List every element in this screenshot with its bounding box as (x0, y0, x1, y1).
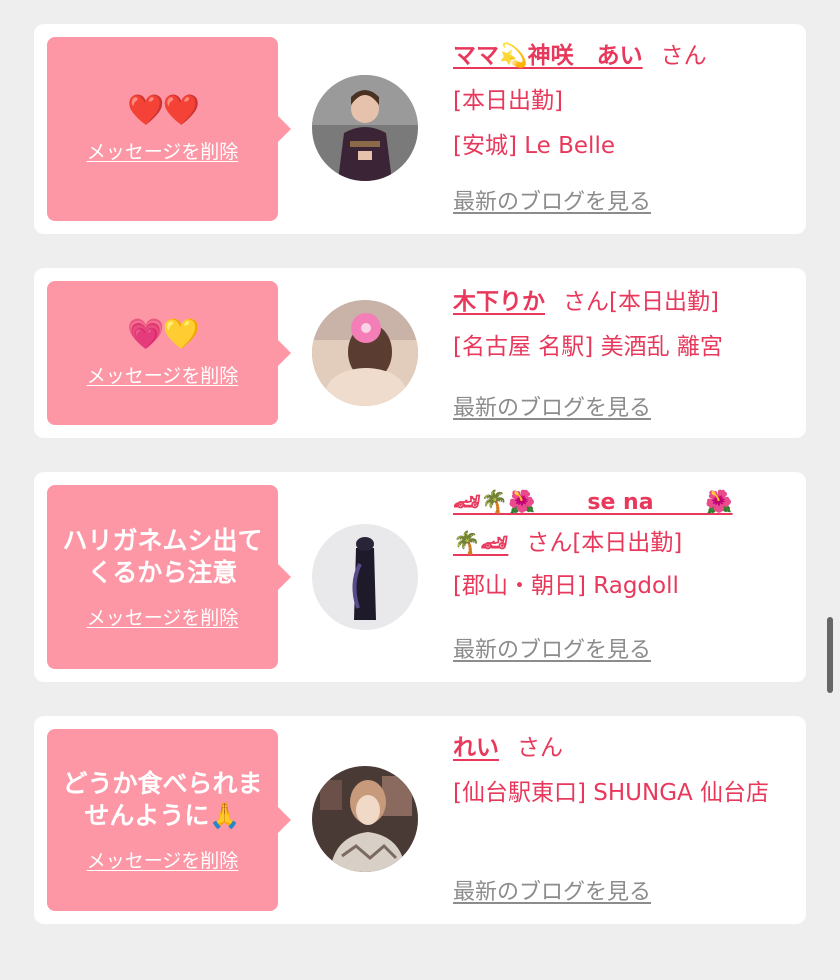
honorific: さん (563, 289, 609, 315)
message-card: ❤️❤️ メッセージを削除 ママ💫神咲 あい さん [本日出勤] [安城] Le … (34, 24, 806, 234)
cast-info: 🏎🌴🌺 se na 🌺 🌴🏎 さん[本日出勤] [郡山・朝日] Ragdoll (453, 482, 786, 608)
avatar-photo (312, 75, 418, 181)
work-status: [本日出勤] (609, 289, 719, 315)
latest-blog-link[interactable]: 最新のブログを見る (453, 632, 651, 664)
message-text: 💗💛 (127, 316, 200, 352)
avatar-photo (312, 766, 418, 872)
honorific: さん (660, 43, 707, 69)
message-text: ハリガネムシ出てくるから注意 (62, 525, 263, 587)
avatar-photo (312, 524, 418, 630)
cast-name-link[interactable]: 木下りか (453, 289, 545, 315)
latest-blog-link[interactable]: 最新のブログを見る (453, 184, 651, 216)
message-text: ❤️❤️ (127, 92, 200, 128)
message-card: 💗💛 メッセージを削除 木下りか さん[本日出勤] [名古屋 名駅] 美酒乱 離宮… (34, 268, 806, 438)
honorific: さん (517, 735, 563, 761)
shop-name: [仙台駅東口] SHUNGA 仙台店 (453, 780, 770, 806)
avatar[interactable] (312, 524, 418, 630)
message-bubble: ❤️❤️ メッセージを削除 (47, 37, 291, 221)
cast-info: ママ💫神咲 あい さん [本日出勤] [安城] Le Belle (453, 34, 786, 169)
avatar-photo (312, 300, 418, 406)
message-text: どうか食べられませんように🙏 (62, 768, 263, 830)
cast-info: れい さん [仙台駅東口] SHUNGA 仙台店 (453, 726, 786, 816)
latest-blog-link[interactable]: 最新のブログを見る (453, 874, 651, 906)
work-status: [本日出勤] (453, 88, 563, 114)
shop-name: [安城] Le Belle (453, 133, 615, 159)
message-bubble: 💗💛 メッセージを削除 (47, 281, 291, 425)
cast-name-link[interactable]: れい (453, 735, 499, 761)
message-bubble: ハリガネムシ出てくるから注意 メッセージを削除 (47, 485, 291, 669)
cast-name-link[interactable]: ママ💫神咲 あい (453, 43, 643, 69)
message-list: ❤️❤️ メッセージを削除 ママ💫神咲 あい さん [本日出勤] [安城] Le … (34, 24, 806, 958)
cast-name-link-cont[interactable]: 🌴🏎 (453, 531, 508, 556)
avatar[interactable] (312, 766, 418, 872)
avatar[interactable] (312, 75, 418, 181)
shop-name: [名古屋 名駅] 美酒乱 離宮 (453, 334, 723, 360)
delete-message-link[interactable]: メッセージを削除 (87, 137, 239, 164)
cast-info: 木下りか さん[本日出勤] [名古屋 名駅] 美酒乱 離宮 (453, 280, 786, 370)
honorific: さん (526, 530, 573, 556)
avatar[interactable] (312, 300, 418, 406)
message-card: どうか食べられませんように🙏 メッセージを削除 れい さん [仙台駅東口] SHU… (34, 716, 806, 924)
delete-message-link[interactable]: メッセージを削除 (87, 603, 239, 630)
shop-name: [郡山・朝日] Ragdoll (453, 573, 679, 599)
work-status: [本日出勤] (572, 530, 683, 556)
cast-name-link[interactable]: 🏎🌴🌺 se na 🌺 (453, 490, 733, 515)
delete-message-link[interactable]: メッセージを削除 (87, 361, 239, 388)
message-bubble: どうか食べられませんように🙏 メッセージを削除 (47, 729, 291, 911)
latest-blog-link[interactable]: 最新のブログを見る (453, 390, 651, 422)
message-card: ハリガネムシ出てくるから注意 メッセージを削除 🏎🌴🌺 se na 🌺 🌴🏎 さん… (34, 472, 806, 682)
scrollbar[interactable] (827, 617, 833, 693)
delete-message-link[interactable]: メッセージを削除 (87, 846, 239, 873)
